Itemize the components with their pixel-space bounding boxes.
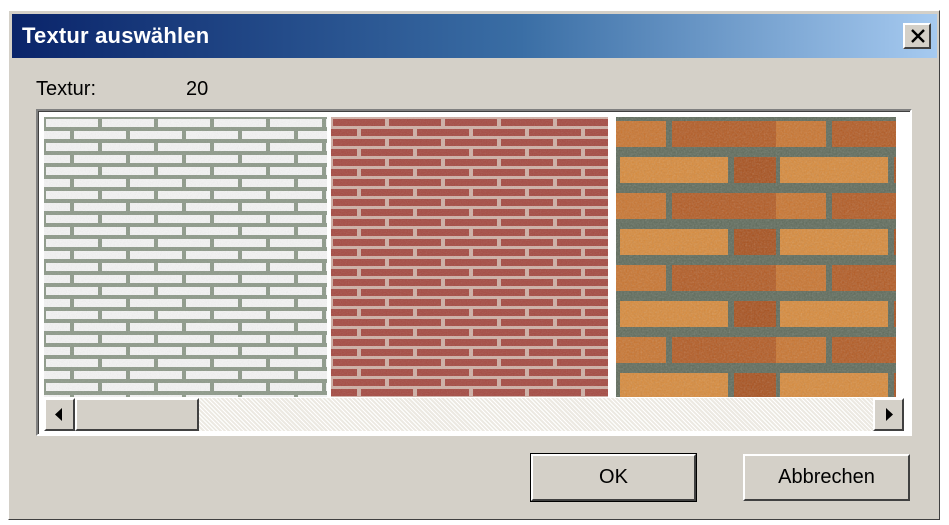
window-title: Textur auswählen (22, 23, 210, 48)
close-icon (911, 29, 925, 43)
texture-dialog: Textur auswählen Textur: 20 OK Abbrechen (8, 10, 940, 520)
texture-thumbnail-white-brick[interactable] (44, 117, 327, 397)
horizontal-scrollbar[interactable] (44, 398, 904, 431)
arrow-right-icon (886, 408, 893, 421)
cancel-button[interactable]: Abbrechen (743, 454, 910, 501)
title-bar[interactable]: Textur auswählen (12, 14, 937, 58)
ok-button[interactable]: OK (530, 453, 697, 502)
texture-thumbnail-orange-brick[interactable] (616, 117, 896, 397)
arrow-left-icon (55, 408, 62, 421)
close-button[interactable] (903, 23, 931, 49)
texture-value: 20 (186, 78, 209, 100)
scroll-left-button[interactable] (44, 398, 75, 431)
scroll-right-button[interactable] (873, 398, 904, 431)
scrollbar-thumb[interactable] (75, 398, 199, 431)
texture-label: Textur: (36, 78, 97, 100)
texture-thumbnail-red-brick[interactable] (331, 117, 608, 397)
texture-viewport (36, 109, 912, 436)
